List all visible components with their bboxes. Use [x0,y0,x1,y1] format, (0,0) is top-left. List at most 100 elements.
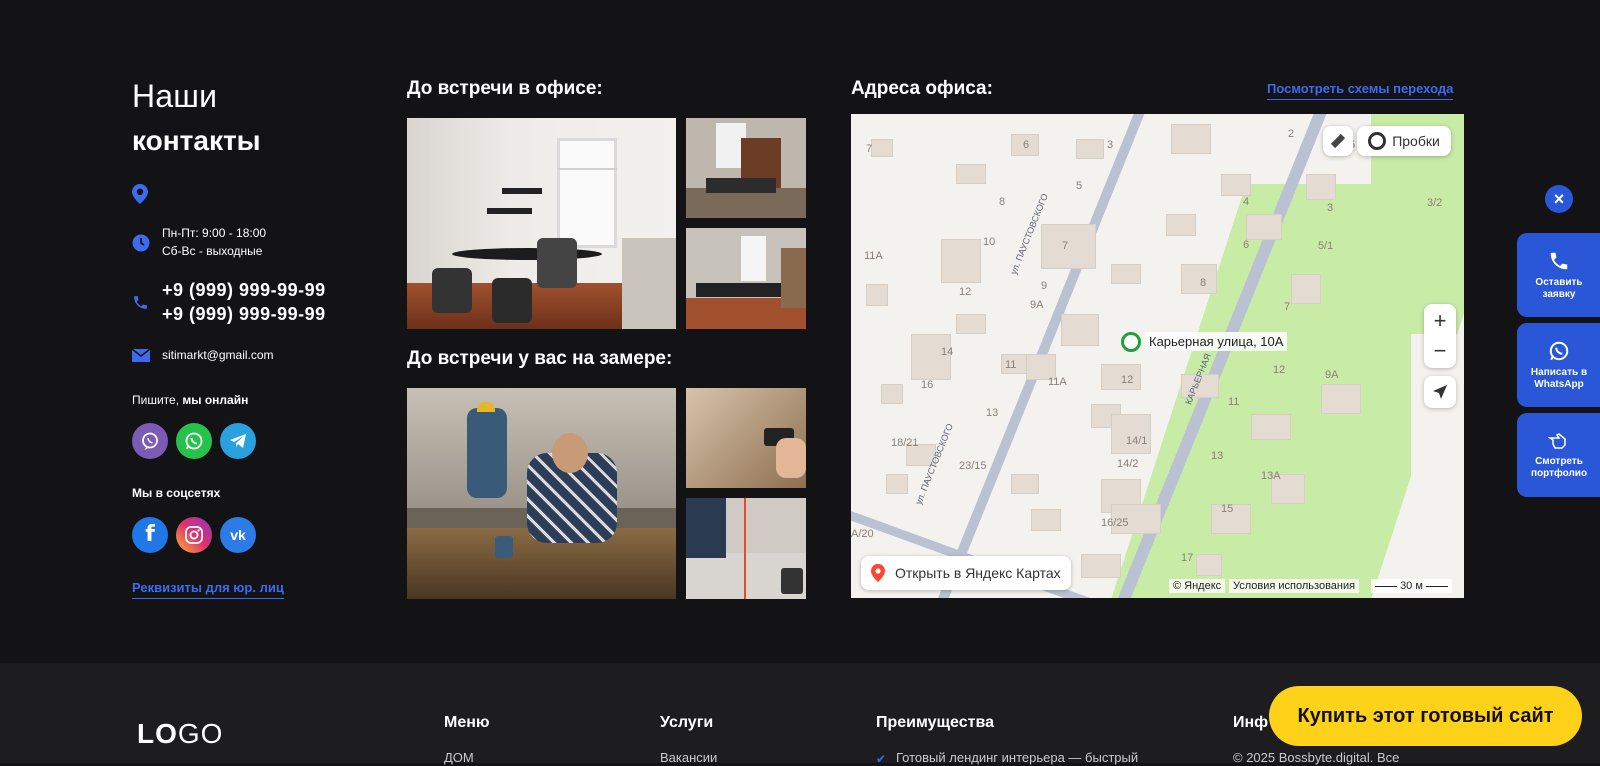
traffic-button[interactable]: Пробки [1357,126,1451,156]
map-house-number: 8 [999,196,1006,208]
map-house-number: 11 [1005,359,1017,371]
onsite-photo-main[interactable] [407,388,676,599]
request-button[interactable]: Оставить заявку [1517,233,1600,317]
map-marker-label[interactable]: Карьерная улица, 10А [1145,332,1288,351]
office-photo-2[interactable] [686,118,806,218]
onsite-photo-2[interactable] [686,388,806,488]
logo-bold: LO [137,718,178,749]
map-house-number: А/20 [851,528,874,540]
map-house-number: 11А [864,250,883,262]
map-house-number: 6 [1023,139,1030,151]
map-house-number: 3 [1107,139,1114,151]
open-yandex-maps-label: Открыть в Яндекс Картах [895,565,1061,581]
write-us-label: Пишите, мы онлайн [132,393,248,407]
footer-services-title: Услуги [660,714,714,731]
pointing-hand-icon [1548,432,1566,449]
whatsapp-icon [185,432,203,450]
onsite-photo-3[interactable] [686,498,806,599]
map-house-number: 13 [1211,450,1224,462]
phone-number-2[interactable]: +9 (999) 999-99-99 [162,302,326,326]
write-us-bold: мы онлайн [182,393,249,407]
whatsapp-label: Написать в WhatsApp [1530,366,1588,390]
map-house-number: 9А [1325,369,1339,381]
address-title: Адреса офиса: [851,78,993,99]
yandex-pin-icon [871,564,885,582]
map-house-number: 14 [941,346,954,358]
open-yandex-maps-button[interactable]: Открыть в Яндекс Картах [861,556,1071,590]
ruler-icon[interactable] [1323,126,1353,156]
map-house-number: 10 [983,236,996,248]
write-us-prefix: Пишите, [132,393,183,407]
map-house-number: 15 [1221,503,1234,515]
social-title: Мы в соцсетях [132,486,221,500]
map-house-number: 11 [1228,396,1240,408]
map-scale: 30 м [1371,579,1452,593]
map-house-number: 12 [1273,364,1286,376]
navigation-arrow-icon [1433,385,1447,399]
vk-icon: vk [230,527,246,543]
map-house-number: 23/15 [959,460,987,472]
map-copyright[interactable]: © Яндекс [1169,579,1226,593]
phone-icon [1550,252,1568,269]
footer-menu-title: Меню [444,714,490,731]
vk-button[interactable]: vk [220,517,256,553]
zoom-out-button[interactable]: − [1434,336,1447,366]
clock-icon [132,234,150,257]
map-house-number: 7 [1284,301,1291,313]
zoom-in-button[interactable]: + [1434,306,1447,336]
office-photo-3[interactable] [686,228,806,329]
facebook-button[interactable]: f [132,517,168,553]
viber-button[interactable] [132,423,168,459]
schemes-link[interactable]: Посмотреть схемы перехода [1267,81,1454,100]
map-house-number: 3/2 [1427,197,1443,209]
request-label: Оставить заявку [1535,276,1583,300]
portfolio-button[interactable]: Смотреть портфолио [1517,413,1600,497]
envelope-icon [131,348,151,367]
yandex-map[interactable]: 7 6 3 2 5 8 5 4 3 3/2 10 7 6 5/1 11А 12 … [851,114,1464,598]
map-house-number: 16/25 [1101,517,1129,529]
zoom-control: + − [1424,304,1456,368]
geolocation-button[interactable] [1424,376,1456,408]
contacts-title-bold: контакты [132,125,261,156]
whatsapp-icon [1549,341,1569,360]
traffic-label: Пробки [1392,133,1440,149]
map-house-number: 13 [986,407,999,419]
hours-weekdays: Пн-Пт: 9:00 - 18:00 [162,226,267,240]
facebook-icon: f [145,522,155,547]
whatsapp-button[interactable] [176,423,212,459]
telegram-button[interactable] [220,423,256,459]
portfolio-label: Смотреть портфолио [1530,455,1588,479]
map-house-number: 5/1 [1318,240,1334,252]
map-house-number: 8 [1200,277,1207,289]
footer-logo[interactable]: LOGO [137,718,223,750]
hours-weekend: Сб-Вс - выходные [162,244,263,258]
phone-number-1[interactable]: +9 (999) 999-99-99 [162,278,326,302]
map-house-number: 2 [1288,128,1295,140]
map-marker-icon[interactable] [1121,332,1141,352]
map-house-number: 12 [959,286,972,298]
map-house-number: 5 [1076,180,1083,192]
requisites-link[interactable]: Реквизиты для юр. лиц [132,580,284,599]
instagram-button[interactable] [176,517,212,553]
map-house-number: 16 [921,379,934,391]
map-house-number: 4 [1243,196,1250,208]
map-house-number: 9 [1041,280,1048,292]
buy-site-button[interactable]: Купить этот готовый сайт [1269,686,1582,746]
map-terms-link[interactable]: Условия использования [1229,579,1360,593]
office-gallery-title: До встречи в офисе: [407,78,603,99]
map-house-number: 7 [866,143,873,155]
onsite-gallery-title: До встречи у вас на замере: [407,348,673,369]
logo-light: GO [177,718,224,749]
map-house-number: 11А [1048,376,1067,388]
whatsapp-side-button[interactable]: Написать в WhatsApp [1517,323,1600,407]
map-house-number: 7 [1062,240,1069,252]
telegram-icon [230,434,246,448]
email-link[interactable]: sitimarkt@gmail.com [162,346,274,364]
map-scale-label: 30 м [1400,580,1423,592]
side-widget-close-button[interactable]: × [1545,185,1573,213]
map-house-number: 9А [1030,299,1044,311]
location-pin-icon [132,184,148,209]
office-photo-main[interactable] [407,118,676,329]
map-house-number: 12 [1121,374,1134,386]
map-house-number: 14/1 [1126,435,1148,447]
